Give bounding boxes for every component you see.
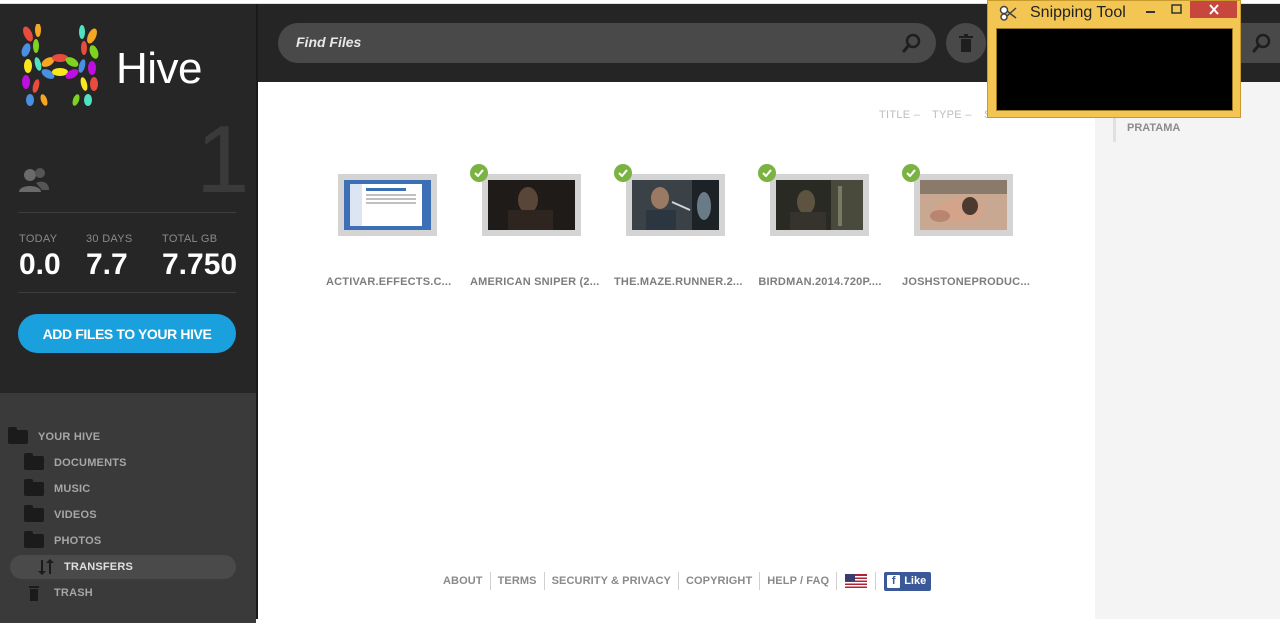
sort-type[interactable]: TYPE – <box>932 109 972 121</box>
hive-logo-icon <box>21 24 99 106</box>
facebook-icon: f <box>887 574 901 588</box>
file-thumbnail <box>338 174 437 236</box>
footer-link-copyright[interactable]: COPYRIGHT <box>679 572 761 590</box>
sidebar-item-label: MUSIC <box>54 483 91 495</box>
screenshot-thumbnail-icon <box>344 180 431 230</box>
transfer-icon <box>38 559 54 575</box>
footer-separator <box>875 572 877 590</box>
divider <box>18 212 236 213</box>
snipping-tool-window[interactable]: Snipping Tool <box>987 0 1241 118</box>
search-icon[interactable] <box>1252 33 1272 53</box>
sidebar-item-label: VIDEOS <box>54 509 97 521</box>
sidebar-item-videos[interactable]: VIDEOS <box>24 503 250 527</box>
folder-icon <box>24 531 44 548</box>
snip-preview <box>996 28 1233 111</box>
trash-icon <box>29 586 39 601</box>
sort-title-label: TITLE <box>879 109 911 121</box>
search-placeholder: Find Files <box>296 34 362 50</box>
us-flag-icon[interactable] <box>845 574 868 588</box>
video-thumbnail-icon <box>488 180 575 230</box>
sidebar-item-label: DOCUMENTS <box>54 457 127 469</box>
sidebar-item-label: TRASH <box>54 587 93 599</box>
file-name: AMERICAN SNIPER (2... <box>470 276 600 288</box>
sidebar-item-label: YOUR HIVE <box>38 431 101 443</box>
sidebar-account-panel: Hive 1 TODAY 0.0 30 DAYS 7.7 TOTAL GB 7.… <box>0 4 256 393</box>
file-name: THE.MAZE.RUNNER.2... <box>614 276 743 288</box>
sort-type-label: TYPE <box>932 109 962 121</box>
folder-icon <box>8 427 28 444</box>
file-name: BIRDMAN.2014.720P.... <box>758 276 882 288</box>
delete-button[interactable] <box>946 23 986 63</box>
sidebar-item-photos[interactable]: PHOTOS <box>24 529 250 553</box>
right-panel: PRATAMA <box>1095 82 1280 619</box>
sidebar-item-music[interactable]: MUSIC <box>24 477 250 501</box>
footer-link-help[interactable]: HELP / FAQ <box>760 572 838 590</box>
stat-total-value: 7.750 <box>162 248 238 281</box>
sidebar-item-label: PHOTOS <box>54 535 102 547</box>
stat-total-label: TOTAL GB <box>162 233 218 245</box>
minimize-icon[interactable] <box>1142 3 1160 17</box>
like-label: Like <box>904 575 927 587</box>
footer-link-terms[interactable]: TERMS <box>491 572 545 590</box>
sidebar: Hive 1 TODAY 0.0 30 DAYS 7.7 TOTAL GB 7.… <box>0 4 256 623</box>
file-thumbnail <box>482 174 581 236</box>
sidebar-item-your-hive[interactable]: YOUR HIVE <box>8 425 234 449</box>
video-thumbnail-icon <box>776 180 863 230</box>
user-name: PRATAMA <box>1127 122 1181 134</box>
brand-name: Hive <box>116 44 203 93</box>
file-thumbnail <box>626 174 725 236</box>
sidebar-item-transfers[interactable]: TRANSFERS <box>10 555 236 579</box>
search-icon[interactable] <box>902 33 922 53</box>
close-icon <box>1208 4 1219 15</box>
facebook-like-button[interactable]: f Like <box>884 571 932 591</box>
sort-title[interactable]: TITLE – <box>879 109 920 121</box>
stat-today-value: 0.0 <box>19 248 61 281</box>
file-thumbnail <box>914 174 1013 236</box>
check-icon <box>470 164 488 182</box>
footer-link-security[interactable]: SECURITY & PRIVACY <box>545 572 679 590</box>
stat-today-label: TODAY <box>19 233 58 245</box>
folder-icon <box>24 505 44 522</box>
file-thumbnail <box>770 174 869 236</box>
video-thumbnail-icon <box>632 180 719 230</box>
check-icon <box>614 164 632 182</box>
stat-30days-value: 7.7 <box>86 248 128 281</box>
sidebar-nav: YOUR HIVE DOCUMENTS MUSIC VIDEOS PHOTOS … <box>0 393 256 623</box>
divider <box>18 292 236 293</box>
sidebar-border <box>256 4 258 619</box>
window-title: Snipping Tool <box>1030 4 1126 21</box>
file-name: JOSHSTONEPRODUC... <box>902 276 1031 288</box>
sidebar-item-documents[interactable]: DOCUMENTS <box>24 451 250 475</box>
stat-30days-label: 30 DAYS <box>86 233 133 245</box>
shared-count: 1 <box>196 106 250 213</box>
file-name: ACTIVAR.EFFECTS.C... <box>326 276 452 288</box>
video-thumbnail-icon <box>920 180 1007 230</box>
sidebar-item-trash[interactable]: TRASH <box>24 581 250 605</box>
users-icon[interactable] <box>18 166 50 194</box>
trash-icon <box>959 34 973 52</box>
check-icon <box>758 164 776 182</box>
check-icon <box>902 164 920 182</box>
sidebar-item-label: TRANSFERS <box>64 561 134 573</box>
footer-link-about[interactable]: ABOUT <box>436 572 491 590</box>
folder-icon <box>24 479 44 496</box>
folder-icon <box>24 453 44 470</box>
scissors-icon <box>999 5 1017 21</box>
add-files-button[interactable]: ADD FILES TO YOUR HIVE <box>18 314 236 353</box>
search-input[interactable]: Find Files <box>278 23 936 63</box>
close-button[interactable] <box>1190 1 1237 18</box>
footer: ABOUT TERMS SECURITY & PRIVACY COPYRIGHT… <box>436 570 932 592</box>
maximize-icon[interactable] <box>1168 3 1186 17</box>
